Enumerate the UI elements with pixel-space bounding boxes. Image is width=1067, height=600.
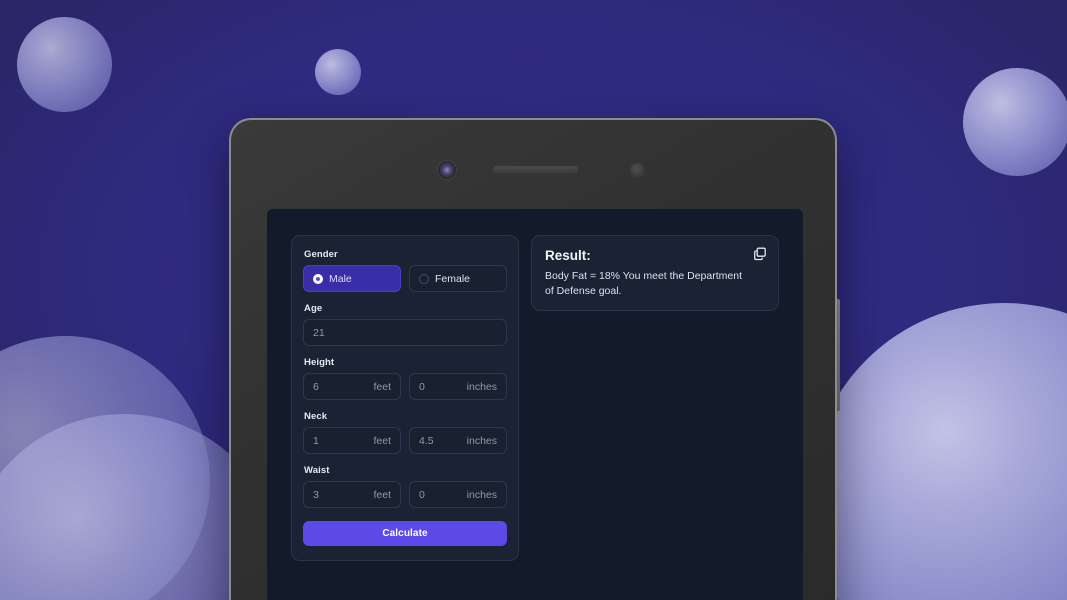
neck-feet-value: 1	[313, 434, 319, 447]
tablet-bezel	[231, 120, 835, 210]
calculator-form-card: Gender Male Female Age 21 Height 6 feet …	[291, 235, 519, 561]
waist-feet-unit: feet	[373, 488, 391, 501]
height-field-group: Height 6 feet 0 inches	[303, 357, 507, 400]
speaker-grille-icon	[493, 166, 578, 173]
height-feet-unit: feet	[373, 380, 391, 393]
neck-feet-input[interactable]: 1 feet	[303, 427, 401, 454]
calculate-button[interactable]: Calculate	[303, 521, 507, 546]
neck-feet-unit: feet	[373, 434, 391, 447]
height-label: Height	[304, 357, 335, 368]
result-title: Result:	[545, 248, 591, 263]
proximity-sensor-icon	[630, 163, 645, 178]
copy-icon	[754, 247, 766, 261]
height-inches-input[interactable]: 0 inches	[409, 373, 507, 400]
height-inches-value: 0	[419, 380, 425, 393]
neck-label: Neck	[304, 411, 328, 422]
neck-field-group: Neck 1 feet 4.5 inches	[303, 411, 507, 454]
height-feet-value: 6	[313, 380, 319, 393]
result-text: Body Fat = 18% You meet the Department o…	[545, 270, 742, 298]
background-sphere-top-right	[963, 68, 1067, 176]
age-label: Age	[304, 303, 323, 314]
tablet-device: Gender Male Female Age 21 Height 6 feet …	[229, 118, 837, 600]
gender-option-male-label: Male	[329, 272, 352, 285]
age-input-value: 21	[313, 326, 325, 339]
waist-inches-input[interactable]: 0 inches	[409, 481, 507, 508]
neck-input-row: 1 feet 4.5 inches	[303, 427, 507, 454]
tablet-screen: Gender Male Female Age 21 Height 6 feet …	[267, 209, 803, 600]
age-input[interactable]: 21	[303, 319, 507, 346]
height-feet-input[interactable]: 6 feet	[303, 373, 401, 400]
waist-inches-unit: inches	[466, 488, 497, 501]
waist-field-group: Waist 3 feet 0 inches	[303, 465, 507, 508]
background-sphere-bottom-right	[809, 303, 1067, 600]
neck-inches-unit: inches	[466, 434, 497, 447]
gender-radio-group: Male Female	[303, 265, 507, 292]
waist-input-row: 3 feet 0 inches	[303, 481, 507, 508]
waist-feet-value: 3	[313, 488, 319, 501]
height-input-row: 6 feet 0 inches	[303, 373, 507, 400]
radio-selected-icon	[313, 273, 323, 284]
gender-label: Gender	[304, 249, 338, 260]
background-sphere-top-middle	[315, 49, 361, 95]
gender-field-group: Gender Male Female	[303, 249, 507, 292]
gender-option-male[interactable]: Male	[303, 265, 401, 292]
neck-inches-input[interactable]: 4.5 inches	[409, 427, 507, 454]
result-card: Result: Body Fat = 18% You meet the Depa…	[531, 235, 779, 311]
waist-feet-input[interactable]: 3 feet	[303, 481, 401, 508]
radio-unselected-icon	[419, 273, 429, 284]
gender-option-female-label: Female	[435, 272, 471, 285]
scene: Gender Male Female Age 21 Height 6 feet …	[0, 0, 1067, 600]
body-fat-calculator-app: Gender Male Female Age 21 Height 6 feet …	[267, 209, 803, 600]
gender-option-female[interactable]: Female	[409, 265, 507, 292]
height-inches-unit: inches	[466, 380, 497, 393]
copy-button[interactable]	[752, 246, 768, 262]
age-field-group: Age 21	[303, 303, 507, 346]
waist-inches-value: 0	[419, 488, 425, 501]
neck-inches-value: 4.5	[419, 434, 434, 447]
background-sphere-top-left	[17, 17, 112, 112]
camera-icon	[438, 161, 456, 179]
waist-label: Waist	[304, 465, 330, 476]
